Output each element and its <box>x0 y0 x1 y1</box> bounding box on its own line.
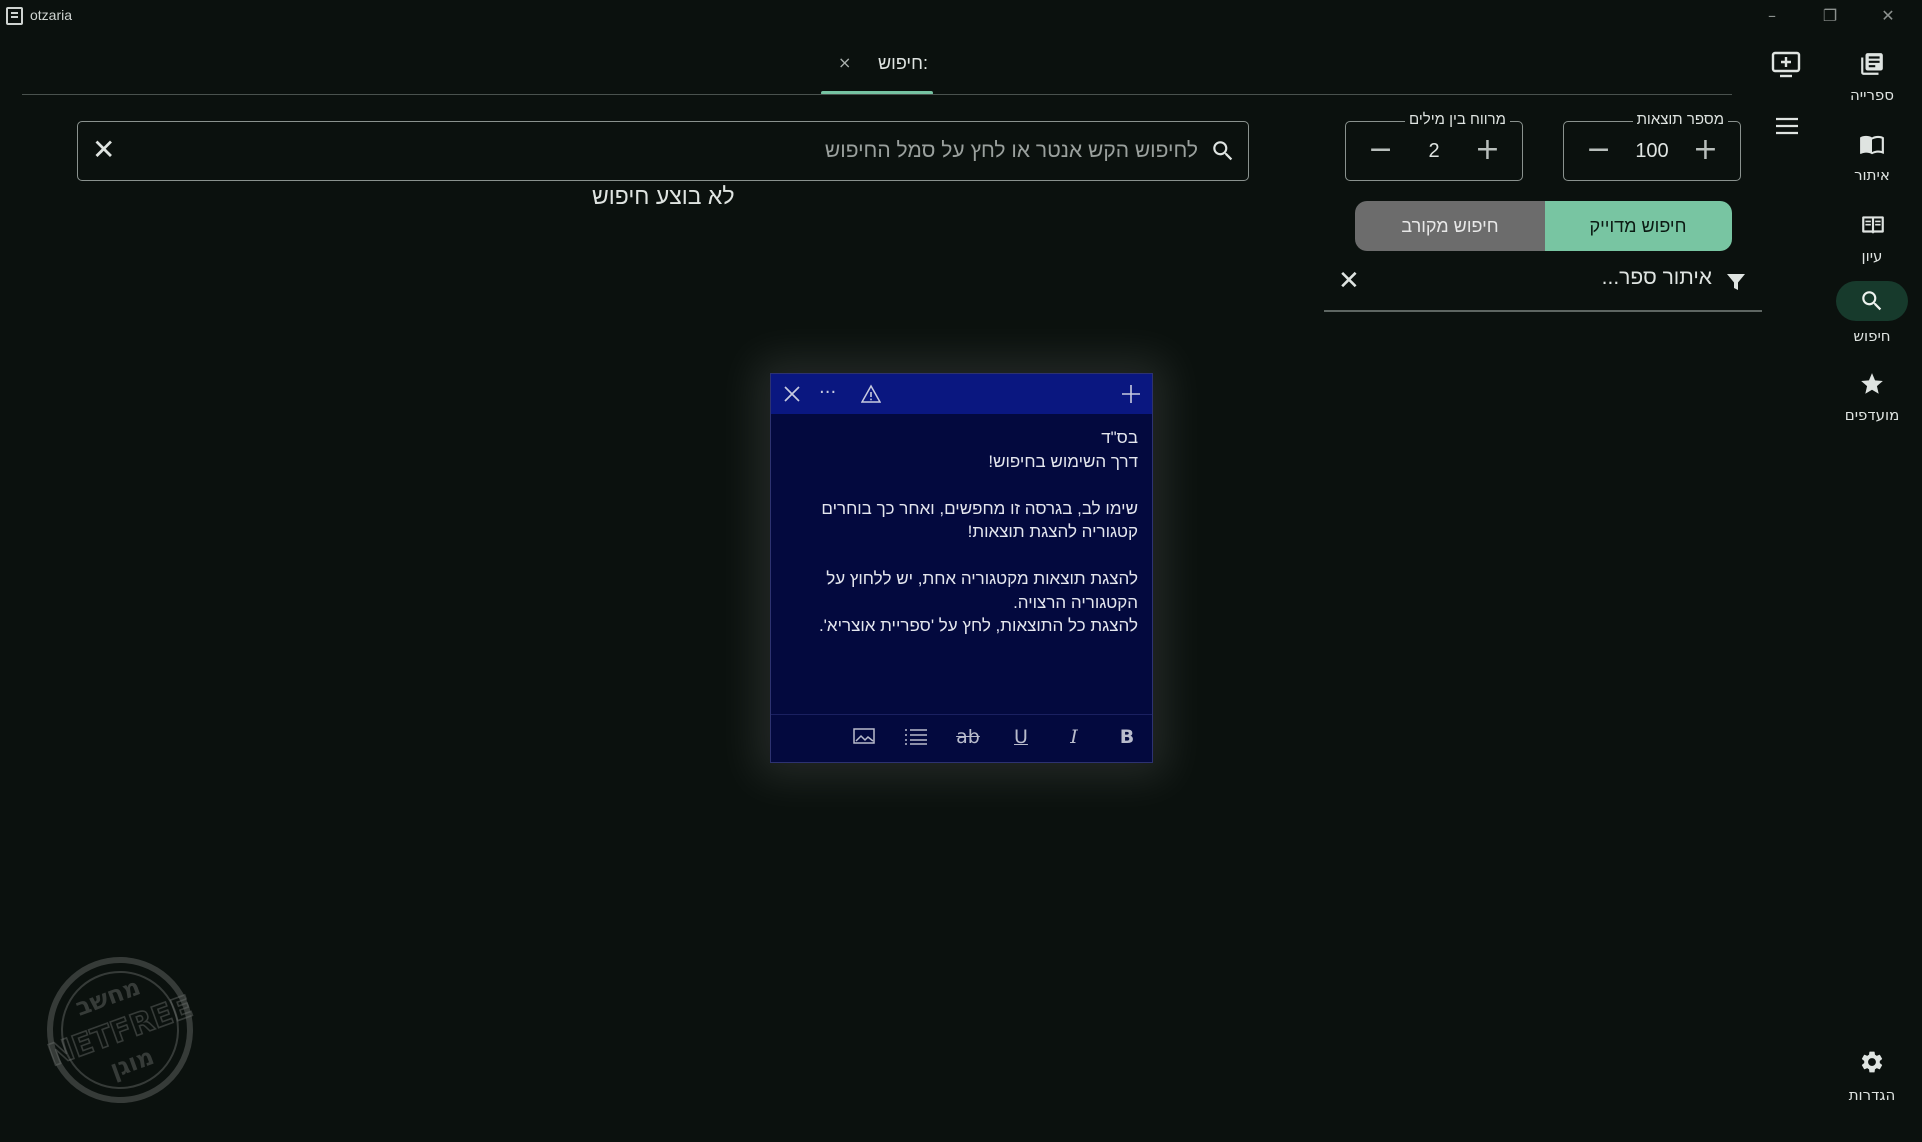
sticky-note-header: ··· <box>771 374 1152 414</box>
search-input[interactable]: ✕ לחיפוש הקש אנטר או לחץ על סמל החיפוש <box>77 121 1249 181</box>
book-filter-underline <box>1324 310 1762 312</box>
rail-item-favorites[interactable]: מועדפים <box>1836 364 1908 434</box>
clear-search-button[interactable]: ✕ <box>92 133 115 166</box>
menu-icon[interactable] <box>1775 116 1799 140</box>
results-count-stepper: מספר תוצאות − 100 + <box>1563 111 1741 181</box>
approximate-search-toggle[interactable]: חיפוש מקורב <box>1355 201 1545 251</box>
star-icon <box>1836 364 1908 404</box>
word-distance-stepper: מרווח בין מילים − 2 + <box>1345 111 1523 181</box>
close-window-button[interactable]: ✕ <box>1866 4 1910 28</box>
rail-label-settings: הגדרות <box>1848 1086 1896 1104</box>
open-book-icon <box>1836 205 1908 245</box>
more-options-icon[interactable]: ··· <box>819 382 836 403</box>
results-count-label: מספר תוצאות <box>1632 111 1728 128</box>
add-note-icon[interactable] <box>1121 384 1141 408</box>
strikethrough-button[interactable]: ab <box>953 726 983 748</box>
search-submit-icon[interactable] <box>1210 138 1236 168</box>
library-icon <box>1836 44 1908 84</box>
note-line: להצגת תוצאות מקטגוריה אחת, יש ללחוץ על <box>826 569 1138 588</box>
tab-close-button[interactable]: × <box>838 53 851 72</box>
note-toolbar-divider <box>771 714 1152 715</box>
search-status-text: לא בוצע חיפוש <box>592 183 735 209</box>
new-window-icon[interactable] <box>1771 50 1801 82</box>
word-distance-label: מרווח בין מילים <box>1404 111 1510 128</box>
rail-item-locate[interactable]: איתור <box>1836 124 1908 194</box>
title-bar: otzaria – ❐ ✕ <box>0 0 1922 32</box>
gear-icon <box>1836 1042 1908 1082</box>
app-title: otzaria <box>30 7 73 23</box>
minimize-button[interactable]: – <box>1750 4 1794 28</box>
note-line: בס"ד <box>1101 428 1138 447</box>
rail-item-library[interactable]: ספרייה <box>1836 44 1908 114</box>
restore-button[interactable]: ❐ <box>1808 4 1852 28</box>
note-line: הקטגוריה הרצויה. <box>1013 592 1138 612</box>
warning-icon[interactable] <box>860 384 882 408</box>
netfree-stamp-logo: מחשב NETFREE מוגן <box>35 955 205 1105</box>
note-line <box>778 544 1138 568</box>
rail-label-library: ספרייה <box>1849 86 1895 104</box>
filter-icon <box>1724 270 1748 298</box>
results-count-increment-button[interactable]: + <box>1693 132 1718 168</box>
list-icon[interactable] <box>901 726 931 751</box>
rail-label-favorites: מועדפים <box>1844 406 1900 424</box>
rail-item-search[interactable]: חיפוש <box>1836 281 1908 355</box>
note-line: להצגת כל התוצאות, לחץ על 'ספריית אוצריא'… <box>818 616 1138 635</box>
note-line: קטגוריה להצגת תוצאות! <box>967 522 1138 541</box>
underline-button[interactable]: U <box>1006 726 1036 748</box>
tab-bar-divider <box>22 94 1732 95</box>
app-logo-icon <box>6 7 23 25</box>
rail-label-search: חיפוש <box>1853 327 1891 345</box>
sticky-note-text[interactable]: בס"ד דרך השימוש בחיפוש! שימו לב, בגרסה ז… <box>778 426 1138 638</box>
map-book-icon <box>1836 124 1908 164</box>
italic-button[interactable]: I <box>1059 726 1089 748</box>
search-icon <box>1836 281 1908 321</box>
clear-book-filter-button[interactable]: ✕ <box>1338 266 1360 296</box>
rail-item-study[interactable]: עיון <box>1836 205 1908 275</box>
image-icon[interactable] <box>849 726 879 751</box>
exact-search-toggle[interactable]: חיפוש מדוייק <box>1544 201 1732 251</box>
tab-search[interactable]: חיפוש: <box>878 53 928 74</box>
rail-item-settings[interactable]: הגדרות <box>1836 1042 1908 1112</box>
sticky-note: ··· בס"ד דרך השימוש בחיפוש! שימו לב, בגר… <box>770 373 1153 763</box>
rail-label-locate: איתור <box>1854 166 1890 184</box>
note-line <box>778 473 1138 497</box>
word-distance-increment-button[interactable]: + <box>1475 132 1500 168</box>
book-filter-input[interactable]: איתור ספר... <box>1602 266 1712 290</box>
search-placeholder: לחיפוש הקש אנטר או לחץ על סמל החיפוש <box>824 139 1198 162</box>
close-icon[interactable] <box>783 385 801 407</box>
bold-button[interactable]: B <box>1112 726 1142 748</box>
note-line: דרך השימוש בחיפוש! <box>988 451 1138 471</box>
rail-label-study: עיון <box>1861 247 1883 265</box>
note-line: שימו לב, בגרסה זו מחפשים, ואחר כך בוחרים <box>821 498 1138 518</box>
